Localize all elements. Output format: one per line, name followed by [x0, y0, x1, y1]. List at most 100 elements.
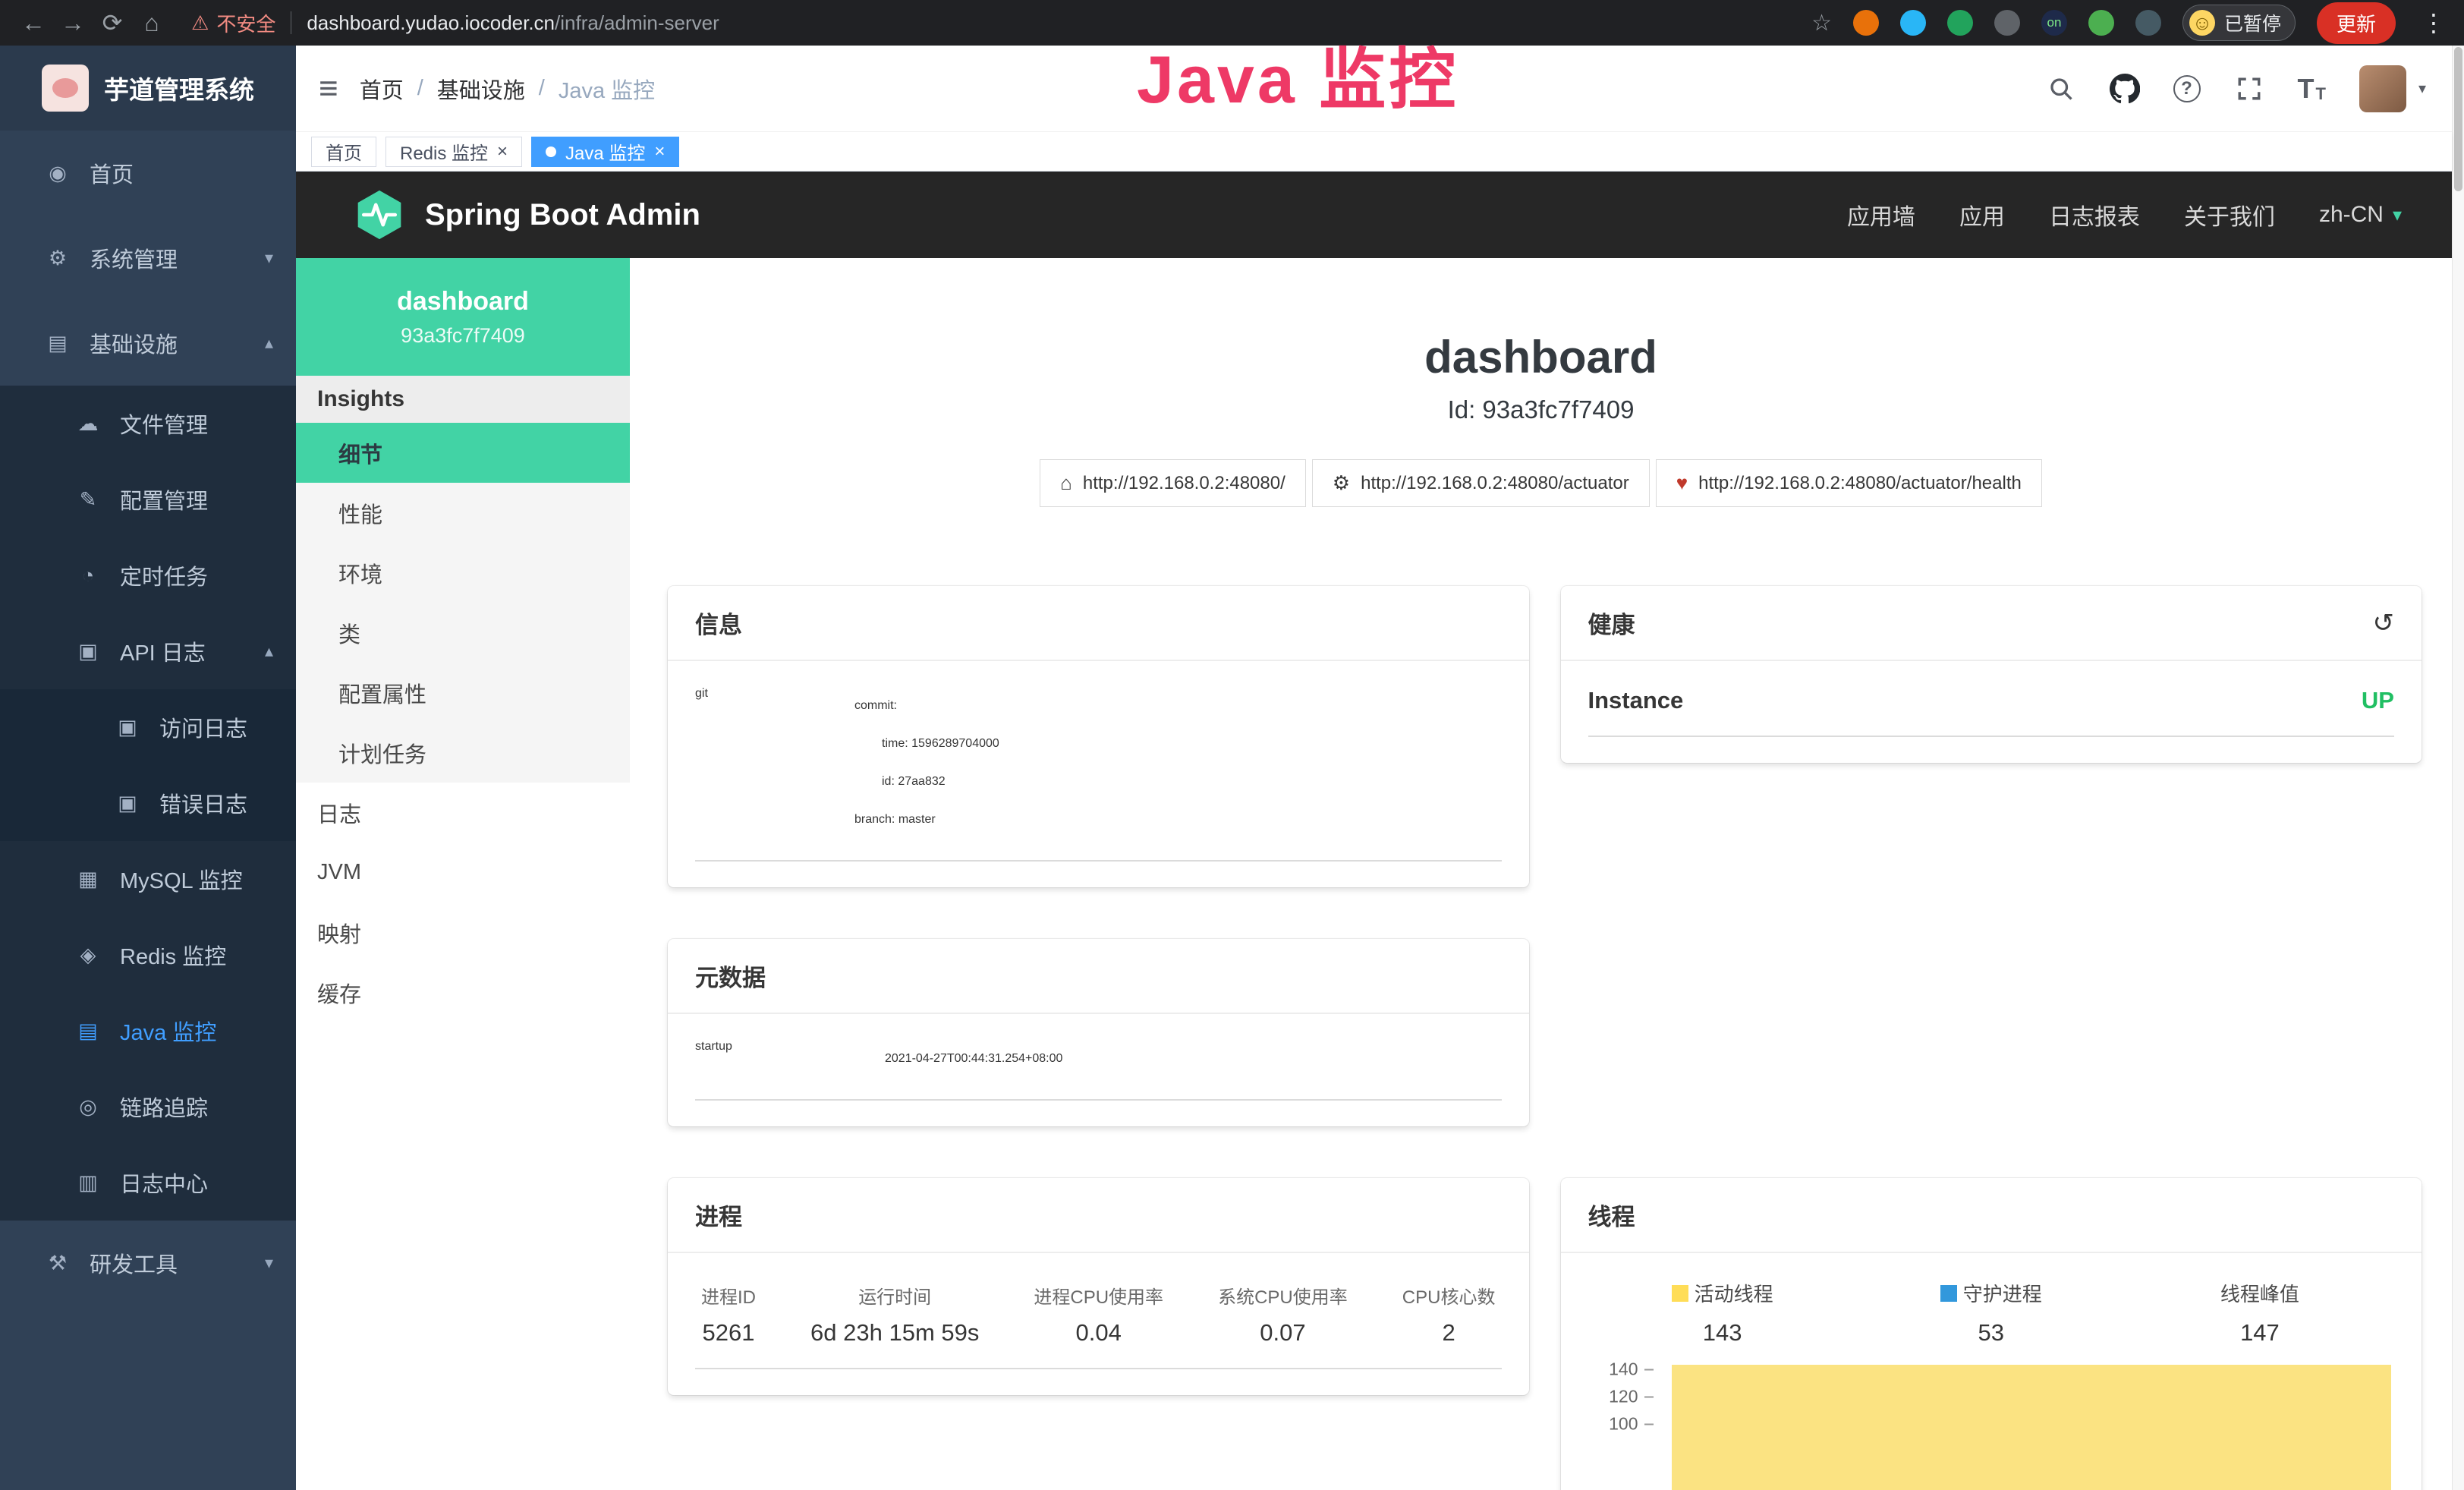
extension-icon[interactable] [2135, 10, 2161, 36]
fullscreen-icon[interactable] [2234, 74, 2264, 104]
instance-header[interactable]: dashboard 93a3fc7f7409 [296, 258, 630, 376]
scrollbar-thumb[interactable] [2454, 47, 2462, 191]
health-url-link[interactable]: ♥ http://192.168.0.2:48080/actuator/heal… [1656, 459, 2042, 507]
sba-nav: 应用墙 应用 日志报表 关于我们 zh-CN ▾ [1847, 198, 2402, 232]
sba-brand[interactable]: Spring Boot Admin [354, 189, 700, 241]
breadcrumb-infrastructure[interactable]: 基础设施 [437, 73, 525, 105]
gear-icon: ⚙ [42, 247, 73, 270]
browser-menu-icon[interactable]: ⋮ [2417, 8, 2450, 37]
home-icon[interactable]: ⌂ [132, 9, 172, 37]
threads-legend: 活动线程 143 守护进程 53 [1588, 1279, 2395, 1347]
font-size-icon[interactable]: T T [2298, 75, 2326, 102]
sidebar-item-api-logs[interactable]: ▣ API 日志 ▴ [0, 613, 296, 689]
legend-label: 守护进程 [1963, 1279, 2042, 1307]
sba-item-details[interactable]: 细节 [296, 423, 630, 483]
threads-card: 线程 活动线程 143 守护进程 [1561, 1178, 2422, 1490]
extension-icon[interactable] [1853, 10, 1879, 36]
sidebar-item-dev-tools[interactable]: ⚒ 研发工具 ▾ [0, 1221, 296, 1306]
font-size-small-glyph: T [2316, 86, 2326, 102]
bookmark-star-icon[interactable]: ☆ [1811, 10, 1832, 36]
close-icon[interactable]: × [654, 143, 665, 161]
sidebar-item-system[interactable]: ⚙ 系统管理 ▾ [0, 216, 296, 301]
sidebar-item-access-logs[interactable]: ▣ 访问日志 [0, 689, 296, 765]
chart-tick: 100 [1588, 1414, 1654, 1435]
search-icon[interactable] [2046, 74, 2076, 104]
sidebar-item-infrastructure[interactable]: ▤ 基础设施 ▴ [0, 301, 296, 386]
security-chip[interactable]: ⚠ 不安全 [191, 9, 275, 37]
sba-item-caches[interactable]: 缓存 [296, 962, 630, 1022]
page-scrollbar[interactable] [2452, 46, 2464, 1490]
sba-nav-about[interactable]: 关于我们 [2184, 198, 2275, 232]
back-icon[interactable]: ← [14, 9, 53, 37]
forward-icon[interactable]: → [53, 9, 93, 37]
sidebar-toggle-icon[interactable]: ≡ [319, 70, 338, 108]
breadcrumb-separator: / [417, 76, 423, 101]
sidebar-item-home[interactable]: ◉ 首页 [0, 131, 296, 216]
locale-selector[interactable]: zh-CN ▾ [2319, 202, 2402, 228]
app-title: 芋道管理系统 [104, 70, 254, 106]
info-git-row: git commit: time: 1596289704000 id: 27aa… [695, 687, 1502, 862]
extension-icon[interactable] [1994, 10, 2020, 36]
process-col-value: 0.07 [1218, 1319, 1348, 1347]
process-col-value: 6d 23h 15m 59s [810, 1319, 979, 1347]
sba-item-metrics[interactable]: 性能 [296, 483, 630, 543]
address-bar[interactable]: dashboard.yudao.iocoder.cn/infra/admin-s… [307, 11, 719, 35]
service-url-link[interactable]: ⌂ http://192.168.0.2:48080/ [1040, 459, 1306, 507]
info-key: git [695, 687, 854, 839]
close-icon[interactable]: × [497, 143, 508, 161]
profile-chip[interactable]: ☺ 已暂停 [2182, 5, 2296, 41]
process-col-system-cpu: 系统CPU使用率 0.07 [1218, 1282, 1348, 1347]
sidebar-item-label: 错误日志 [159, 787, 247, 819]
wrench-icon: ⚙ [1333, 471, 1350, 495]
sba-item-jvm[interactable]: JVM [296, 843, 630, 903]
sidebar-item-java-monitor[interactable]: ▤ Java 监控 [0, 993, 296, 1069]
active-dot [546, 146, 556, 157]
legend-value: 53 [1857, 1319, 2126, 1347]
github-icon[interactable] [2110, 74, 2140, 104]
tab-home[interactable]: 首页 [311, 137, 376, 167]
sba-nav-wallboard[interactable]: 应用墙 [1847, 198, 1915, 232]
breadcrumb-home[interactable]: 首页 [360, 73, 404, 105]
metadata-key: startup [695, 1040, 885, 1078]
user-avatar[interactable] [2359, 65, 2406, 112]
sidebar-item-file-management[interactable]: ☁ 文件管理 [0, 386, 296, 461]
sba-item-config-props[interactable]: 配置属性 [296, 663, 630, 723]
tick-mark [1644, 1396, 1654, 1397]
sba-nav-applications[interactable]: 应用 [1959, 198, 2005, 232]
sba-navbar: Spring Boot Admin 应用墙 应用 日志报表 关于我们 zh-CN… [296, 172, 2452, 258]
history-icon[interactable]: ↺ [2373, 608, 2395, 638]
sba-item-mappings[interactable]: 映射 [296, 903, 630, 962]
url-domain: dashboard.yudao.iocoder.cn [307, 11, 555, 34]
metadata-card-title: 元数据 [668, 939, 1529, 1014]
sidebar-item-error-logs[interactable]: ▣ 错误日志 [0, 765, 296, 841]
app-logo-row[interactable]: 芋道管理系统 [0, 46, 296, 131]
app-sidebar: 芋道管理系统 ◉ 首页 ⚙ 系统管理 ▾ ▤ 基础设施 ▴ ☁ 文件管理 [0, 46, 296, 1490]
extension-icon[interactable] [1900, 10, 1926, 36]
sidebar-item-log-center[interactable]: ▥ 日志中心 [0, 1145, 296, 1221]
update-button[interactable]: 更新 [2317, 2, 2396, 44]
sba-item-environment[interactable]: 环境 [296, 543, 630, 603]
tab-java-monitor[interactable]: Java 监控 × [531, 137, 679, 167]
sidebar-item-scheduled-jobs[interactable]: ◔ 定时任务 [0, 537, 296, 613]
reload-icon[interactable]: ⟳ [93, 8, 132, 37]
sba-item-classes[interactable]: 类 [296, 603, 630, 663]
sidebar-item-mysql-monitor[interactable]: ▦ MySQL 监控 [0, 841, 296, 917]
sidebar-item-config-management[interactable]: ✎ 配置管理 [0, 461, 296, 537]
security-label: 不安全 [216, 9, 275, 37]
sba-nav-journal[interactable]: 日志报表 [2049, 198, 2140, 232]
metadata-startup-row: startup 2021-04-27T00:44:31.254+08:00 [695, 1040, 1502, 1101]
extension-icon[interactable] [1947, 10, 1973, 36]
status-badge: UP [2362, 687, 2394, 714]
help-icon[interactable]: ? [2173, 75, 2201, 102]
extension-icon-on[interactable]: on [2041, 10, 2067, 36]
sidebar-item-redis-monitor[interactable]: ◈ Redis 监控 [0, 917, 296, 993]
sba-item-logs[interactable]: 日志 [296, 783, 630, 843]
chart-tick: 120 [1588, 1387, 1654, 1407]
sidebar-item-label: 链路追踪 [120, 1091, 208, 1123]
sba-item-scheduled-tasks[interactable]: 计划任务 [296, 723, 630, 783]
tab-redis-monitor[interactable]: Redis 监控 × [385, 137, 522, 167]
instance-name: dashboard [397, 287, 529, 317]
sidebar-item-tracing[interactable]: ◎ 链路追踪 [0, 1069, 296, 1145]
actuator-url-link[interactable]: ⚙ http://192.168.0.2:48080/actuator [1312, 459, 1650, 507]
extension-icon[interactable] [2088, 10, 2114, 36]
